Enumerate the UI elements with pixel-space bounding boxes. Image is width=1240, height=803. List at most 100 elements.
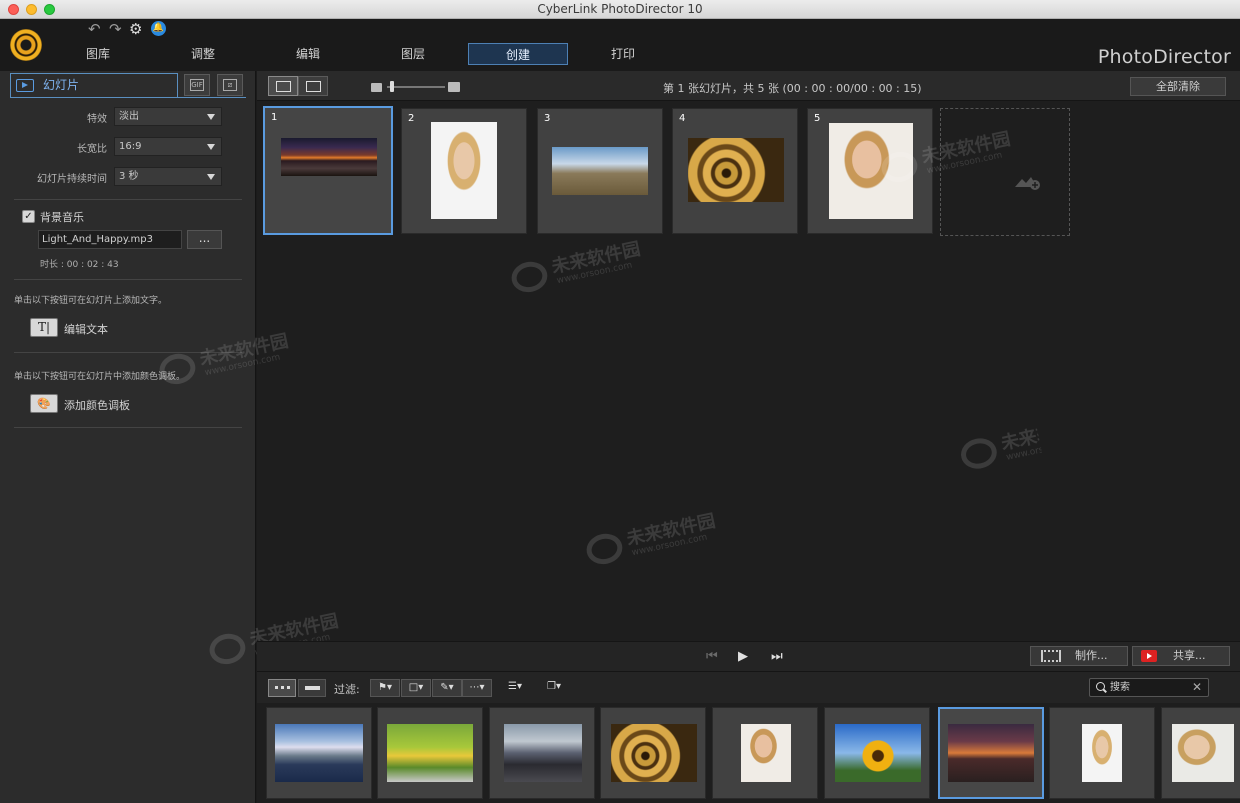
filmstrip-photo[interactable] xyxy=(712,707,818,799)
tab-edit[interactable]: 编辑 xyxy=(258,43,358,65)
filmstrip-view-button[interactable] xyxy=(268,679,296,697)
tab-underline xyxy=(10,97,246,98)
grid-view-button[interactable] xyxy=(268,76,298,96)
list-view-icon xyxy=(305,686,320,690)
filmstrip-photo-selected[interactable] xyxy=(938,707,1044,799)
slide-1[interactable]: 1 xyxy=(263,106,393,235)
app-header: ↶ ↷ ⚙ 🔔 图库 调整 编辑 图层 创建 打印 PhotoDirector xyxy=(0,19,1240,71)
rating-filter-dropdown[interactable]: □▾ xyxy=(401,679,431,697)
filmstrip-photo[interactable] xyxy=(1161,707,1240,799)
notification-bell-icon[interactable]: 🔔 xyxy=(151,21,166,36)
clear-search-icon[interactable]: ✕ xyxy=(1192,679,1202,696)
share-button[interactable]: 共享... xyxy=(1132,646,1230,666)
photo-thumbnail xyxy=(275,724,363,782)
slide-number: 2 xyxy=(408,113,415,124)
tab-library[interactable]: 图库 xyxy=(48,43,148,65)
background-music-label: 背景音乐 xyxy=(40,211,84,224)
thumbnail-size-slider[interactable] xyxy=(387,86,445,88)
effect-value: 淡出 xyxy=(119,111,139,122)
slide-number: 3 xyxy=(544,113,551,124)
add-photo-icon xyxy=(1015,177,1040,190)
next-icon[interactable]: ⏭ xyxy=(771,649,783,664)
music-file-field[interactable]: Light_And_Happy.mp3 xyxy=(38,230,182,249)
produce-button[interactable]: 制作... xyxy=(1030,646,1128,666)
photo-thumbnail xyxy=(741,724,791,782)
aspect-ratio-value: 16:9 xyxy=(119,141,142,152)
tab-adjust[interactable]: 调整 xyxy=(153,43,253,65)
slide-number: 4 xyxy=(679,113,686,124)
browse-music-button[interactable]: ... xyxy=(187,230,222,249)
redo-icon[interactable]: ↷ xyxy=(109,21,122,37)
edit-text-label: 编辑文本 xyxy=(64,323,108,336)
slide-4[interactable]: 4 xyxy=(672,108,798,234)
produce-label: 制作... xyxy=(1075,649,1108,662)
image-view-icon xyxy=(306,81,321,92)
aspect-ratio-dropdown[interactable]: 16:9 xyxy=(114,137,222,156)
chevron-down-icon xyxy=(207,174,215,180)
grid-view-icon xyxy=(276,81,291,92)
more-filter-dropdown[interactable]: ⋯▾ xyxy=(462,679,492,697)
filmstrip-photo[interactable] xyxy=(1049,707,1155,799)
text-tool-icon: T| xyxy=(30,318,58,337)
tab-layers[interactable]: 图层 xyxy=(363,43,463,65)
section-divider xyxy=(14,199,242,200)
slide-thumbnail xyxy=(431,122,497,219)
background-music-checkbox[interactable]: ✓ xyxy=(22,210,35,223)
window-title: CyberLink PhotoDirector 10 xyxy=(537,2,703,16)
slide-number: 5 xyxy=(814,113,821,124)
slide-duration-dropdown[interactable]: 3 秒 xyxy=(114,167,222,186)
photodirector-logo[interactable] xyxy=(10,29,42,61)
list-view-button[interactable] xyxy=(298,679,326,697)
tab-slideshow[interactable]: 幻灯片 xyxy=(10,73,178,97)
photo-thumbnail xyxy=(387,724,473,782)
slide-position-info: 第 1 张幻灯片，共 5 张 (00 : 00 : 00/00 : 00 : 1… xyxy=(663,82,922,95)
filmstrip-photo[interactable] xyxy=(824,707,930,799)
photo-thumbnail xyxy=(835,724,921,782)
palette-icon: 🎨 xyxy=(30,394,58,413)
play-icon[interactable]: ▶ xyxy=(738,649,748,664)
share-label: 共享... xyxy=(1173,649,1206,662)
photo-thumbnail xyxy=(1082,724,1122,782)
filmstrip-photo[interactable] xyxy=(489,707,595,799)
tab-print[interactable]: 打印 xyxy=(573,43,673,65)
edit-filter-dropdown[interactable]: ✎▾ xyxy=(432,679,462,697)
previous-icon[interactable]: ⏮ xyxy=(706,649,718,664)
chevron-down-icon xyxy=(207,144,215,150)
section-divider xyxy=(14,427,242,428)
slide-3[interactable]: 3 xyxy=(537,108,663,234)
flag-filter-dropdown[interactable]: ⚑▾ xyxy=(370,679,400,697)
tab-slideshow-label: 幻灯片 xyxy=(43,78,80,92)
more-icon: ⋯▾ xyxy=(469,682,485,693)
slide-2[interactable]: 2 xyxy=(401,108,527,234)
clear-all-button[interactable]: 全部清除 xyxy=(1130,77,1226,96)
sort-dropdown[interactable]: ☰▾ xyxy=(501,679,529,697)
brand-name: PhotoDirector xyxy=(1097,46,1231,68)
slide-number: 1 xyxy=(271,112,278,123)
effect-label: 特效 xyxy=(87,114,107,125)
youtube-icon xyxy=(1141,650,1157,662)
tab-create[interactable]: 创建 xyxy=(468,43,568,65)
slider-handle[interactable] xyxy=(390,81,394,92)
search-input[interactable]: 搜索 ✕ xyxy=(1089,678,1209,697)
single-view-button[interactable] xyxy=(298,76,328,96)
filmstrip-photo[interactable] xyxy=(266,707,372,799)
effect-dropdown[interactable]: 淡出 xyxy=(114,107,222,126)
zoom-out-icon[interactable] xyxy=(371,83,382,92)
gif-button[interactable]: GIF xyxy=(184,74,210,96)
sort-icon: ☰▾ xyxy=(508,681,522,692)
undo-icon[interactable]: ↶ xyxy=(88,21,101,37)
section-divider xyxy=(14,279,242,280)
photo-thumbnail xyxy=(948,724,1034,782)
filmstrip-photo[interactable] xyxy=(600,707,706,799)
collage-icon: ⧄ xyxy=(223,79,237,91)
stack-dropdown[interactable]: ❐▾ xyxy=(540,679,568,697)
square-icon: □▾ xyxy=(408,682,424,693)
search-placeholder: 搜索 xyxy=(1110,682,1130,693)
slide-duration-value: 3 秒 xyxy=(119,171,139,182)
collage-button[interactable]: ⧄ xyxy=(217,74,243,96)
pencil-icon: ✎▾ xyxy=(440,682,454,693)
filmstrip-photo[interactable] xyxy=(377,707,483,799)
settings-gear-icon[interactable]: ⚙ xyxy=(129,21,142,37)
zoom-in-icon[interactable] xyxy=(448,82,460,92)
photo-thumbnail xyxy=(611,724,697,782)
